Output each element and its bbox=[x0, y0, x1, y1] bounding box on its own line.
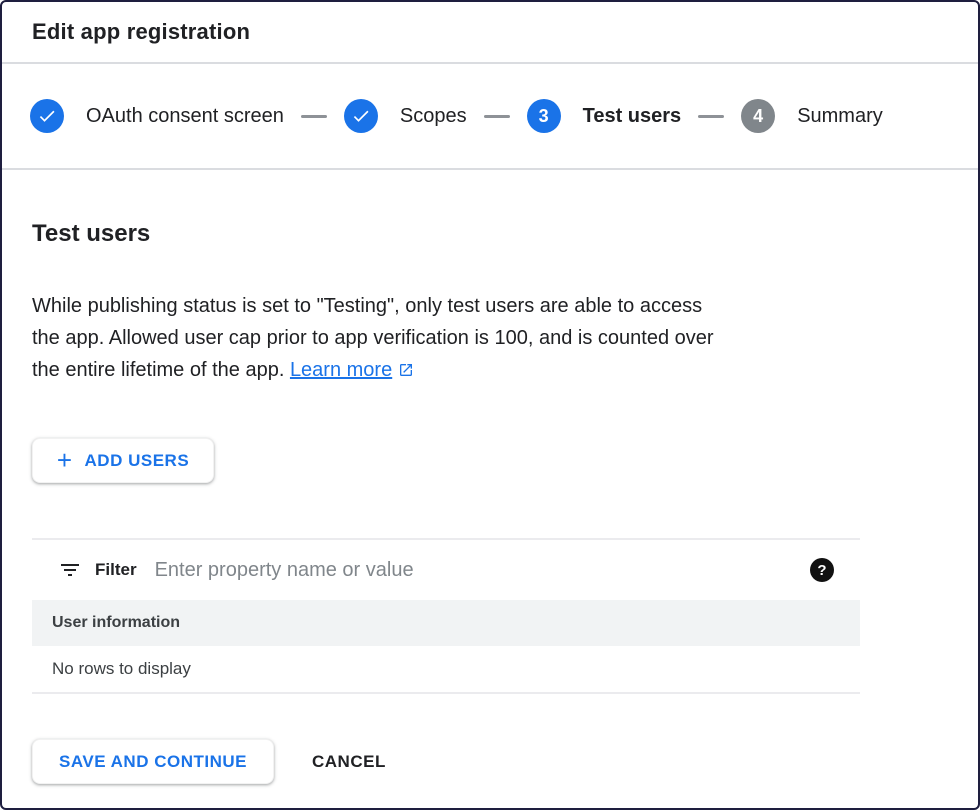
learn-more-link[interactable]: Learn more bbox=[290, 354, 414, 386]
description-line: While publishing status is set to "Testi… bbox=[32, 290, 948, 322]
table-column-header: User information bbox=[32, 600, 860, 646]
section-heading: Test users bbox=[32, 220, 948, 248]
check-icon bbox=[30, 99, 64, 133]
help-glyph: ? bbox=[817, 562, 826, 579]
stepper: OAuth consent screen Scopes 3 Test users… bbox=[2, 64, 978, 170]
step-scopes[interactable]: Scopes bbox=[344, 99, 467, 133]
description-line: the entire lifetime of the app. Learn mo… bbox=[32, 354, 948, 386]
check-icon bbox=[344, 99, 378, 133]
learn-more-label: Learn more bbox=[290, 354, 392, 386]
step-test-users[interactable]: 3 Test users bbox=[527, 99, 682, 133]
step-label: Scopes bbox=[400, 105, 467, 128]
save-and-continue-button[interactable]: SAVE AND CONTINUE bbox=[32, 739, 274, 784]
filter-icon bbox=[58, 558, 82, 582]
step-number-badge: 4 bbox=[741, 99, 775, 133]
cancel-button[interactable]: CANCEL bbox=[308, 742, 390, 782]
description-line-text: the entire lifetime of the app. bbox=[32, 359, 284, 381]
step-separator bbox=[484, 115, 510, 118]
column-header-label: User information bbox=[52, 614, 180, 632]
add-users-label: ADD USERS bbox=[85, 451, 190, 471]
step-separator bbox=[301, 115, 327, 118]
filter-input[interactable] bbox=[155, 559, 810, 582]
step-label: Summary bbox=[797, 105, 883, 128]
filter-bar: Filter ? bbox=[32, 538, 860, 600]
title-bar: Edit app registration bbox=[2, 2, 978, 64]
step-number-badge: 3 bbox=[527, 99, 561, 133]
test-users-table-card: Filter ? User information No rows to dis… bbox=[32, 538, 860, 694]
help-icon[interactable]: ? bbox=[810, 558, 834, 582]
plus-icon: + bbox=[57, 447, 73, 473]
add-users-button[interactable]: + ADD USERS bbox=[32, 438, 214, 483]
page-title: Edit app registration bbox=[32, 19, 250, 45]
step-label: Test users bbox=[583, 105, 682, 128]
table-empty-row: No rows to display bbox=[32, 646, 860, 694]
step-summary[interactable]: 4 Summary bbox=[741, 99, 883, 133]
empty-message: No rows to display bbox=[52, 659, 191, 679]
description-text: While publishing status is set to "Testi… bbox=[32, 290, 948, 386]
step-label: OAuth consent screen bbox=[86, 105, 284, 128]
step-oauth-consent-screen[interactable]: OAuth consent screen bbox=[30, 99, 284, 133]
footer-actions: SAVE AND CONTINUE CANCEL bbox=[32, 739, 948, 784]
description-line: the app. Allowed user cap prior to app v… bbox=[32, 322, 948, 354]
external-link-icon bbox=[398, 362, 414, 378]
main-content: Test users While publishing status is se… bbox=[2, 220, 978, 784]
filter-label: Filter bbox=[95, 560, 137, 580]
step-separator bbox=[698, 115, 724, 118]
